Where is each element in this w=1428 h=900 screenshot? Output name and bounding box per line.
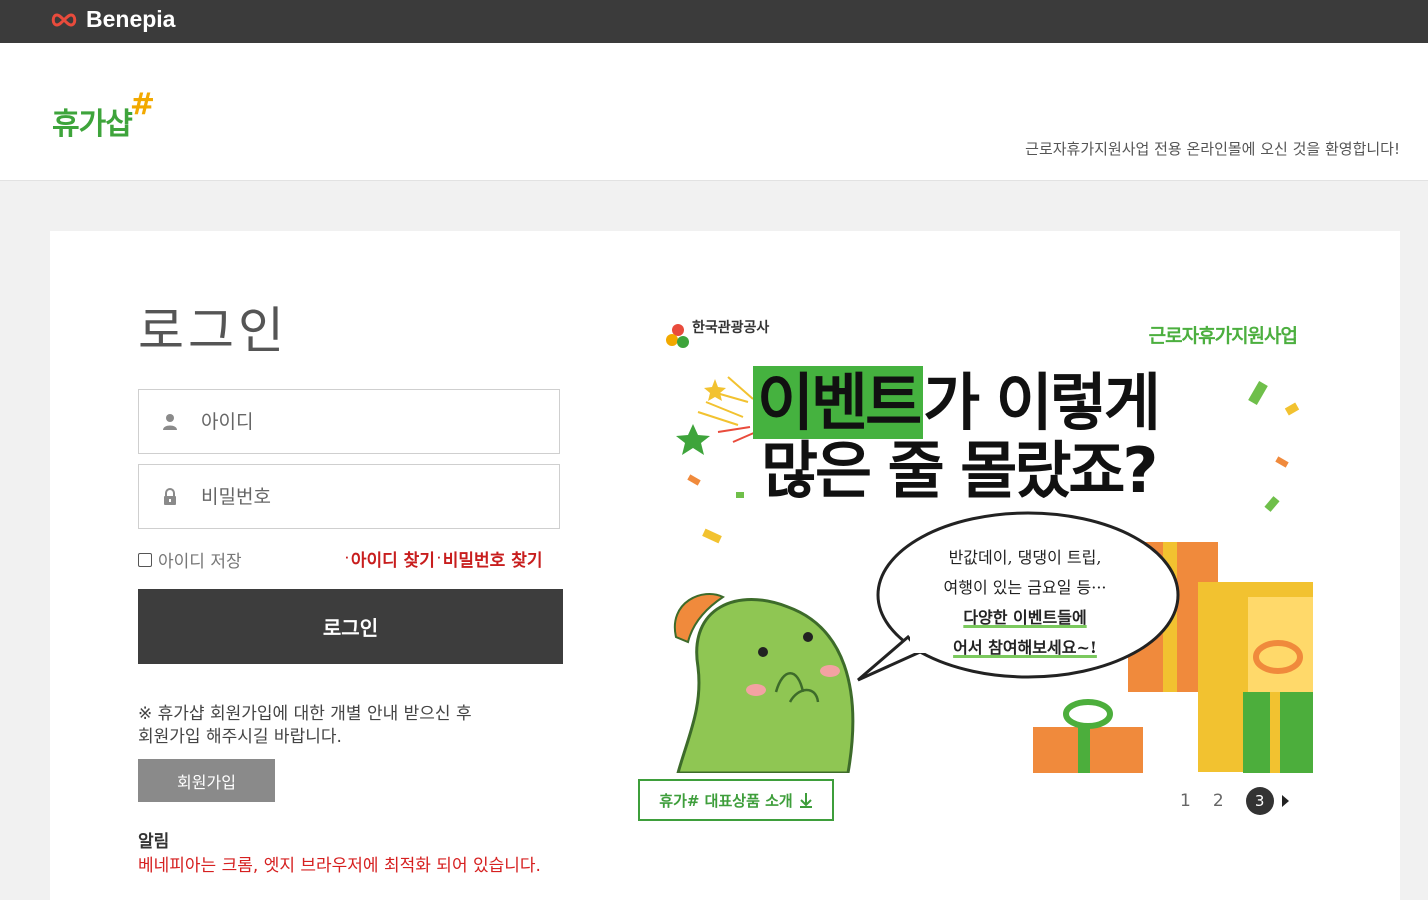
alert-text: 베네피아는 크롬, 엣지 브라우저에 최적화 되어 있습니다. <box>138 856 541 876</box>
benepia-brand-text: Benepia <box>86 6 176 32</box>
find-links: · 아이디 찾기 · 비밀번호 찾기 <box>343 546 543 571</box>
kto-logo: 한국관광공사 <box>658 317 769 337</box>
password-field[interactable] <box>138 464 560 529</box>
welcome-message: 근로자휴가지원사업 전용 온라인몰에 오신 것을 환영합니다! <box>1025 140 1400 158</box>
remember-id-checkbox[interactable] <box>138 552 152 567</box>
download-arrow-icon <box>799 793 812 808</box>
banner-headline-line2: 많은 줄 몰랐죠? <box>761 434 1158 507</box>
bubble-line3: 다양한 이벤트들에 <box>963 608 1087 627</box>
event-banner[interactable]: 한국관광공사 근로자휴가지원사업 이벤트가 이렇게 많은 줄 몰랐죠? 반값데이… <box>658 307 1313 773</box>
speech-bubble-text: 반값데이, 댕댕이 트립, 여행이 있는 금요일 등··· 다양한 이벤트들에 … <box>920 543 1130 663</box>
login-card: 로그인 아이디 저장 · 아이디 찾기 · 비밀번호 찾기 로그인 ※ 휴가샵 … <box>50 231 1400 900</box>
banner-headline-rest: 가 이렇게 <box>923 366 1161 439</box>
pager-page-3-current[interactable]: 3 <box>1245 787 1274 815</box>
benepia-infinity-icon <box>51 12 77 27</box>
top-bar: Benepia <box>0 0 1428 43</box>
benepia-logo[interactable]: Benepia <box>50 6 175 33</box>
id-input[interactable] <box>201 410 531 433</box>
bubble-line4: 어서 참여해보세요~! <box>953 638 1097 657</box>
program-logo: 근로자휴가지원사업 <box>1148 325 1298 347</box>
pager-next-icon[interactable] <box>1281 795 1289 807</box>
find-id-link[interactable]: 아이디 찾기 <box>351 546 435 571</box>
bullet-dot: · <box>345 553 349 564</box>
remember-id-label: 아이디 저장 <box>158 552 242 572</box>
lock-icon <box>139 488 201 505</box>
product-intro-button[interactable]: 휴가# 대표상품 소개 <box>638 779 834 821</box>
login-button[interactable]: 로그인 <box>138 589 563 664</box>
user-icon <box>139 413 201 430</box>
logo-text: 휴가샵 <box>52 107 133 142</box>
remember-id[interactable]: 아이디 저장 <box>138 547 242 572</box>
page-title: 로그인 <box>138 302 288 360</box>
signup-notice-line2: 회원가입 해주시길 바랍니다. <box>138 727 342 747</box>
banner-headline-line1: 이벤트가 이렇게 <box>753 366 1161 439</box>
kto-org-name: 한국관광공사 <box>692 320 770 336</box>
find-password-link[interactable]: 비밀번호 찾기 <box>443 546 543 571</box>
join-button[interactable]: 회원가입 <box>138 759 275 802</box>
bubble-line1: 반값데이, 댕댕이 트립, <box>948 548 1102 567</box>
pager-page-1[interactable]: 1 <box>1180 791 1191 811</box>
signup-notice-line1: ※ 휴가샵 회원가입에 대한 개별 안내 받으신 후 <box>138 704 472 724</box>
bullet-dot: · <box>436 553 441 564</box>
logo-hash: # <box>129 87 155 122</box>
pager-page-2[interactable]: 2 <box>1213 791 1224 811</box>
signup-notice: ※ 휴가샵 회원가입에 대한 개별 안내 받으신 후 회원가입 해주시길 바랍니… <box>138 703 472 749</box>
site-header: 휴가샵 # 근로자휴가지원사업 전용 온라인몰에 오신 것을 환영합니다! <box>0 43 1428 181</box>
banner-headline-highlight: 이벤트 <box>753 366 924 439</box>
id-field[interactable] <box>138 389 560 454</box>
hyugashop-logo[interactable]: 휴가샵 # <box>52 87 155 143</box>
bubble-line2: 여행이 있는 금요일 등··· <box>943 578 1107 597</box>
product-intro-label: 휴가# 대표상품 소개 <box>659 791 793 810</box>
banner-pager: 1 2 3 <box>1180 787 1289 815</box>
password-input[interactable] <box>201 485 531 508</box>
alert-title: 알림 <box>138 832 170 852</box>
